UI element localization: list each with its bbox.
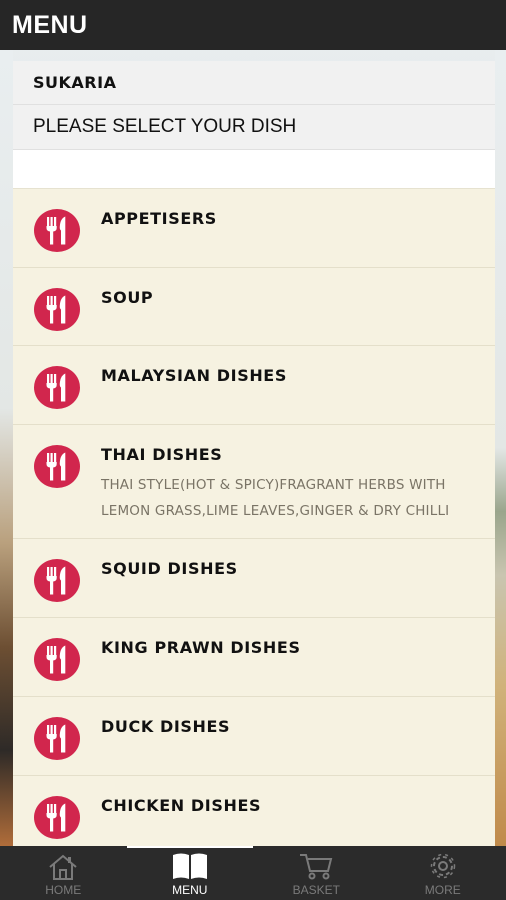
category-item-squid-dishes[interactable]: SQUID DISHES (13, 539, 495, 618)
fork-knife-icon (34, 796, 80, 839)
background-photo-left (0, 50, 13, 846)
category-name: SQUID DISHES (101, 559, 238, 578)
page-title: MENU (12, 10, 88, 39)
category-name: CHICKEN DISHES (101, 796, 262, 815)
category-name: APPETISERS (101, 209, 217, 228)
fork-knife-icon (34, 717, 80, 760)
category-item-malaysian-dishes[interactable]: MALAYSIAN DISHES (13, 346, 495, 425)
bottom-tab-bar: HOME MENU BASKET MORE (0, 846, 506, 900)
fork-knife-icon (34, 559, 80, 602)
tab-label: BASKET (292, 883, 340, 897)
fork-knife-icon (34, 445, 80, 488)
tab-more[interactable]: MORE (380, 846, 506, 900)
category-name: SOUP (101, 288, 154, 307)
category-item-thai-dishes[interactable]: THAI DISHES THAI STYLE(HOT & SPICY)FRAGR… (13, 425, 495, 539)
tab-label: HOME (45, 883, 82, 897)
tab-basket[interactable]: BASKET (253, 846, 380, 900)
category-item-chicken-dishes[interactable]: CHICKEN DISHES (13, 776, 495, 846)
tab-menu[interactable]: MENU (126, 846, 254, 900)
category-item-duck-dishes[interactable]: DUCK DISHES (13, 697, 495, 776)
restaurant-name: SUKARIA (13, 61, 495, 105)
category-item-appetisers[interactable]: APPETISERS (13, 189, 495, 268)
menu-panel[interactable]: SUKARIA PLEASE SELECT YOUR DISH APPETISE… (13, 61, 495, 846)
category-description: THAI STYLE(HOT & SPICY)FRAGRANT HERBS WI… (101, 477, 450, 519)
cart-icon (300, 854, 333, 880)
tab-label: MENU (172, 883, 208, 897)
category-item-soup[interactable]: SOUP (13, 268, 495, 346)
background-photo-right (495, 50, 506, 846)
fork-knife-icon (34, 638, 80, 681)
fork-knife-icon (34, 209, 80, 252)
book-icon (172, 853, 207, 879)
category-name: KING PRAWN DISHES (101, 638, 301, 657)
spacer-row (13, 150, 495, 189)
home-icon (49, 854, 77, 880)
category-name: THAI DISHES (101, 445, 223, 464)
tab-home[interactable]: HOME (0, 846, 127, 900)
category-name: MALAYSIAN DISHES (101, 366, 287, 385)
fork-knife-icon (34, 366, 80, 409)
gear-icon (430, 853, 455, 879)
category-name: DUCK DISHES (101, 717, 231, 736)
top-app-bar: MENU (0, 0, 506, 50)
select-dish-prompt: PLEASE SELECT YOUR DISH (13, 105, 495, 150)
tab-label: MORE (424, 883, 461, 897)
category-item-king-prawn-dishes[interactable]: KING PRAWN DISHES (13, 618, 495, 697)
fork-knife-icon (34, 288, 80, 331)
